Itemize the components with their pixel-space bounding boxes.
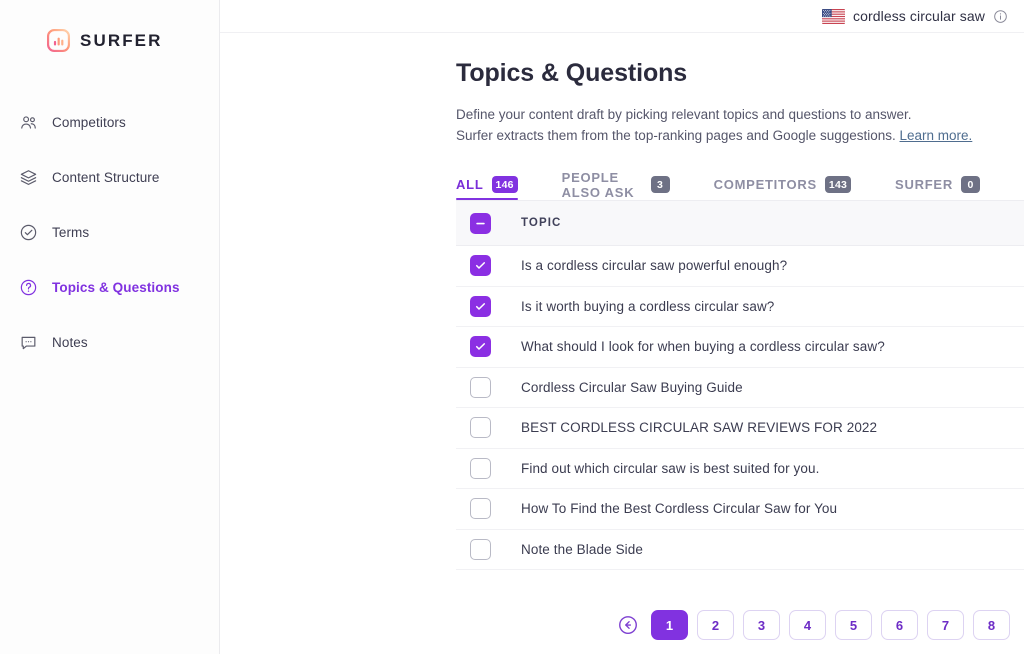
sidebar-item-content-structure[interactable]: Content Structure — [0, 156, 219, 198]
topics-table: TOPIC Is a cordless circular saw powerfu… — [456, 200, 1024, 570]
row-label: What should I look for when buying a cor… — [521, 339, 885, 355]
brand-name: SURFER — [80, 30, 163, 50]
layers-icon — [18, 167, 38, 187]
table-row[interactable]: Cordless Circular Saw Buying Guide — [456, 368, 1024, 408]
comment-dots-icon — [18, 332, 38, 352]
row-label: Is a cordless circular saw powerful enou… — [521, 258, 788, 274]
row-label: BEST CORDLESS CIRCULAR SAW REVIEWS FOR 2… — [521, 420, 878, 436]
sidebar-item-topics-questions[interactable]: Topics & Questions — [0, 266, 219, 308]
page-button-1[interactable]: 1 — [651, 610, 688, 640]
table-row[interactable]: BEST CORDLESS CIRCULAR SAW REVIEWS FOR 2… — [456, 408, 1024, 449]
question-circle-icon — [18, 277, 38, 297]
row-checkbox[interactable] — [470, 498, 491, 520]
sidebar-item-label: Terms — [52, 224, 90, 240]
sidebar-item-competitors[interactable]: Competitors — [0, 101, 219, 143]
tab-count-badge: 0 — [961, 176, 980, 193]
page-button-5[interactable]: 5 — [835, 610, 872, 640]
content-area: Topics & Questions Define your content d… — [220, 33, 1024, 570]
table-row[interactable]: Is a cordless circular saw powerful enou… — [456, 246, 1024, 287]
app-root: SURFER Competitors Content Structure Ter… — [0, 0, 1024, 654]
main-panel: cordless circular saw Topics & Questions… — [220, 0, 1024, 654]
sidebar-item-label: Topics & Questions — [52, 279, 180, 295]
table-row[interactable]: Find out which circular saw is best suit… — [456, 449, 1024, 489]
brand-logo[interactable]: SURFER — [0, 0, 219, 53]
row-checkbox[interactable] — [470, 417, 491, 439]
sidebar-item-label: Content Structure — [52, 169, 160, 185]
sidebar: SURFER Competitors Content Structure Ter… — [0, 0, 220, 654]
sidebar-item-notes[interactable]: Notes — [0, 321, 219, 363]
tab-people-also-ask[interactable]: PEOPLE ALSO ASK 3 — [562, 169, 692, 200]
check-circle-icon — [18, 222, 38, 242]
page-button-4[interactable]: 4 — [789, 610, 826, 640]
page-button-2[interactable]: 2 — [697, 610, 734, 640]
row-label: How To Find the Best Cordless Circular S… — [521, 501, 838, 517]
table-row[interactable]: What should I look for when buying a cor… — [456, 327, 1024, 368]
column-header-topic: TOPIC — [521, 217, 562, 229]
select-all-checkbox[interactable] — [470, 212, 491, 234]
description-line-1: Define your content draft by picking rel… — [456, 107, 912, 122]
page-title: Topics & Questions — [456, 59, 688, 87]
sidebar-item-label: Notes — [52, 334, 88, 350]
learn-more-link[interactable]: Learn more. — [900, 128, 973, 143]
row-checkbox[interactable] — [470, 336, 491, 358]
tab-count-badge: 3 — [650, 176, 670, 193]
tab-label: PEOPLE ALSO ASK — [561, 169, 635, 200]
tab-label: ALL — [456, 177, 484, 192]
description-line-2: Surfer extracts them from the top-rankin… — [456, 128, 896, 143]
row-label: Find out which circular saw is best suit… — [521, 460, 820, 476]
sidebar-item-label: Competitors — [52, 114, 126, 130]
row-checkbox[interactable] — [470, 538, 491, 560]
keyword-label: cordless circular saw — [852, 8, 985, 24]
row-label: Is it worth buying a cordless circular s… — [521, 298, 775, 314]
tab-competitors[interactable]: COMPETITORS 143 — [714, 169, 873, 200]
topbar: cordless circular saw — [220, 0, 1024, 33]
row-label: Cordless Circular Saw Buying Guide — [521, 379, 743, 395]
table-header-row: TOPIC — [456, 200, 1024, 246]
row-checkbox[interactable] — [470, 457, 491, 479]
tab-surfer[interactable]: SURFER 0 — [895, 169, 1002, 200]
page-button-3[interactable]: 3 — [743, 610, 780, 640]
tab-count-badge: 146 — [491, 176, 518, 193]
surfer-bars-logo-icon — [46, 28, 71, 53]
table-row[interactable]: Is it worth buying a cordless circular s… — [456, 287, 1024, 327]
row-checkbox[interactable] — [470, 255, 491, 277]
arrow-left-circle-icon[interactable] — [617, 614, 639, 636]
page-button-6[interactable]: 6 — [881, 610, 918, 640]
tab-label: SURFER — [895, 177, 953, 192]
table-row[interactable]: Note the Blade Side — [456, 530, 1024, 570]
table-row[interactable]: How To Find the Best Cordless Circular S… — [456, 489, 1024, 530]
tabs-bar: ALL 146 PEOPLE ALSO ASK 3 COMPETITORS 14… — [456, 169, 1024, 200]
pagination: 1 2 3 4 5 6 7 8 — [617, 610, 1010, 640]
sidebar-item-terms[interactable]: Terms — [0, 211, 219, 253]
tab-count-badge: 143 — [824, 176, 852, 193]
users-icon — [18, 112, 38, 132]
page-description: Define your content draft by picking rel… — [456, 104, 1024, 146]
sidebar-nav: Competitors Content Structure Terms Topi… — [0, 101, 219, 363]
info-circle-icon[interactable] — [993, 9, 1008, 24]
us-flag-icon — [821, 8, 845, 24]
tab-all[interactable]: ALL 146 — [456, 169, 540, 200]
tab-label: COMPETITORS — [713, 177, 817, 192]
row-label: Note the Blade Side — [521, 541, 643, 557]
row-checkbox[interactable] — [470, 376, 491, 398]
page-button-8[interactable]: 8 — [973, 610, 1010, 640]
row-checkbox[interactable] — [470, 295, 491, 317]
page-button-7[interactable]: 7 — [927, 610, 964, 640]
